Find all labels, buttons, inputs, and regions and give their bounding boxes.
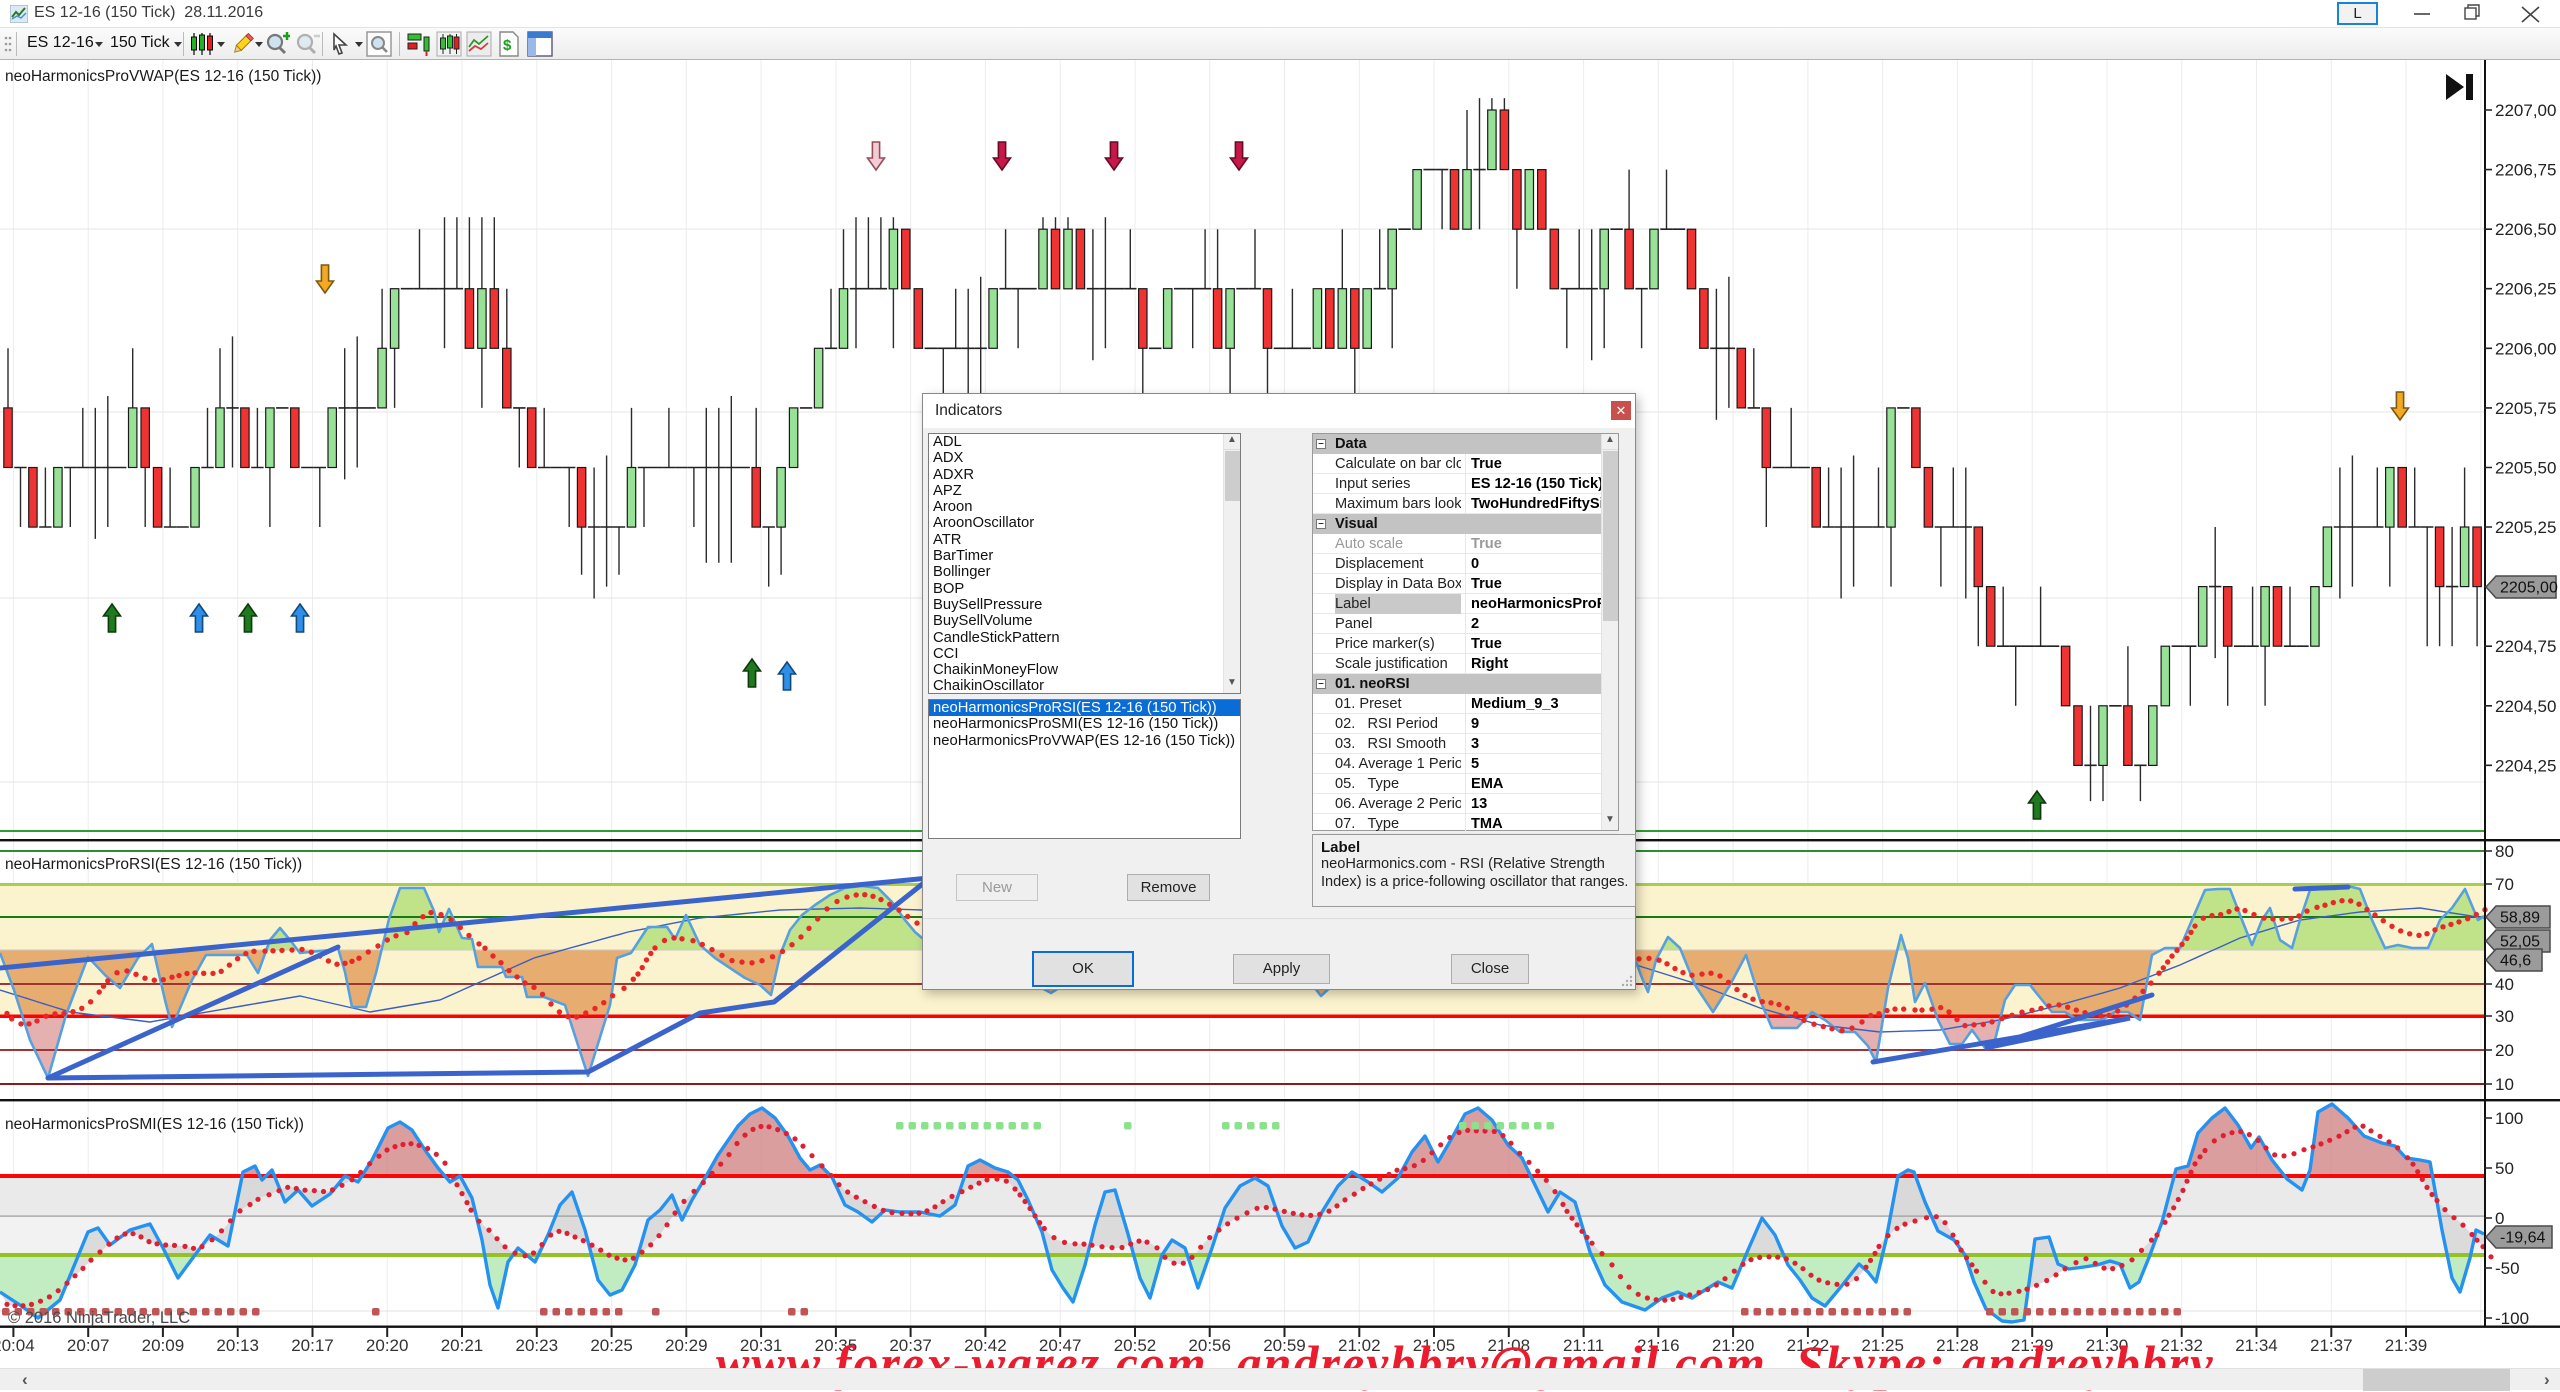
svg-text:2206,00: 2206,00 bbox=[2495, 339, 2556, 358]
svg-text:21:39: 21:39 bbox=[2385, 1336, 2428, 1355]
svg-text:$: $ bbox=[503, 37, 512, 54]
svg-text:80: 80 bbox=[2495, 842, 2514, 861]
svg-text:neoHarmonicsProVWAP(ES 12-16 (: neoHarmonicsProVWAP(ES 12-16 (150 Tick)) bbox=[5, 68, 321, 85]
svg-text:50: 50 bbox=[2495, 1159, 2514, 1178]
svg-text:2205,50: 2205,50 bbox=[2495, 459, 2556, 478]
svg-text:20:21: 20:21 bbox=[441, 1336, 484, 1355]
svg-text:neoHarmonicsProRSI(ES 12-16 (1: neoHarmonicsProRSI(ES 12-16 (150 Tick)) bbox=[5, 856, 302, 873]
svg-text:2206,25: 2206,25 bbox=[2495, 280, 2556, 299]
svg-text:46,6: 46,6 bbox=[2500, 953, 2531, 970]
svg-text:2206,75: 2206,75 bbox=[2495, 161, 2556, 180]
svg-text:30: 30 bbox=[2495, 1007, 2514, 1026]
svg-text:20:29: 20:29 bbox=[665, 1336, 708, 1355]
svg-text:20:13: 20:13 bbox=[216, 1336, 259, 1355]
svg-text:2205,00: 2205,00 bbox=[2500, 580, 2558, 597]
svg-text:-100: -100 bbox=[2495, 1309, 2529, 1328]
svg-text:58,89: 58,89 bbox=[2500, 910, 2540, 927]
svg-text:20:07: 20:07 bbox=[67, 1336, 110, 1355]
svg-text:2205,25: 2205,25 bbox=[2495, 518, 2556, 537]
svg-text:2206,50: 2206,50 bbox=[2495, 220, 2556, 239]
svg-text:20:09: 20:09 bbox=[142, 1336, 185, 1355]
svg-text:70: 70 bbox=[2495, 875, 2514, 894]
svg-text:0: 0 bbox=[2495, 1209, 2504, 1228]
svg-text:20:23: 20:23 bbox=[516, 1336, 559, 1355]
svg-text:-19,64: -19,64 bbox=[2500, 1230, 2545, 1247]
svg-text:52,05: 52,05 bbox=[2500, 934, 2540, 951]
svg-text:© 2016 NinjaTrader, LLC: © 2016 NinjaTrader, LLC bbox=[8, 1309, 190, 1327]
svg-text:2204,75: 2204,75 bbox=[2495, 637, 2556, 656]
svg-text:neoHarmonicsProSMI(ES 12-16 (1: neoHarmonicsProSMI(ES 12-16 (150 Tick)) bbox=[5, 1116, 304, 1133]
svg-text:-50: -50 bbox=[2495, 1259, 2520, 1278]
svg-text:21:37: 21:37 bbox=[2310, 1336, 2353, 1355]
svg-text:20: 20 bbox=[2495, 1041, 2514, 1060]
svg-text:2205,75: 2205,75 bbox=[2495, 399, 2556, 418]
svg-text:10: 10 bbox=[2495, 1075, 2514, 1094]
svg-text:2204,25: 2204,25 bbox=[2495, 756, 2556, 775]
svg-text:20:04: 20:04 bbox=[0, 1336, 35, 1355]
svg-text:2204,50: 2204,50 bbox=[2495, 697, 2556, 716]
svg-text:40: 40 bbox=[2495, 975, 2514, 994]
svg-text:2207,00: 2207,00 bbox=[2495, 101, 2556, 120]
svg-text:20:20: 20:20 bbox=[366, 1336, 409, 1355]
svg-text:100: 100 bbox=[2495, 1109, 2523, 1128]
svg-text:20:25: 20:25 bbox=[590, 1336, 633, 1355]
svg-text:20:17: 20:17 bbox=[291, 1336, 334, 1355]
